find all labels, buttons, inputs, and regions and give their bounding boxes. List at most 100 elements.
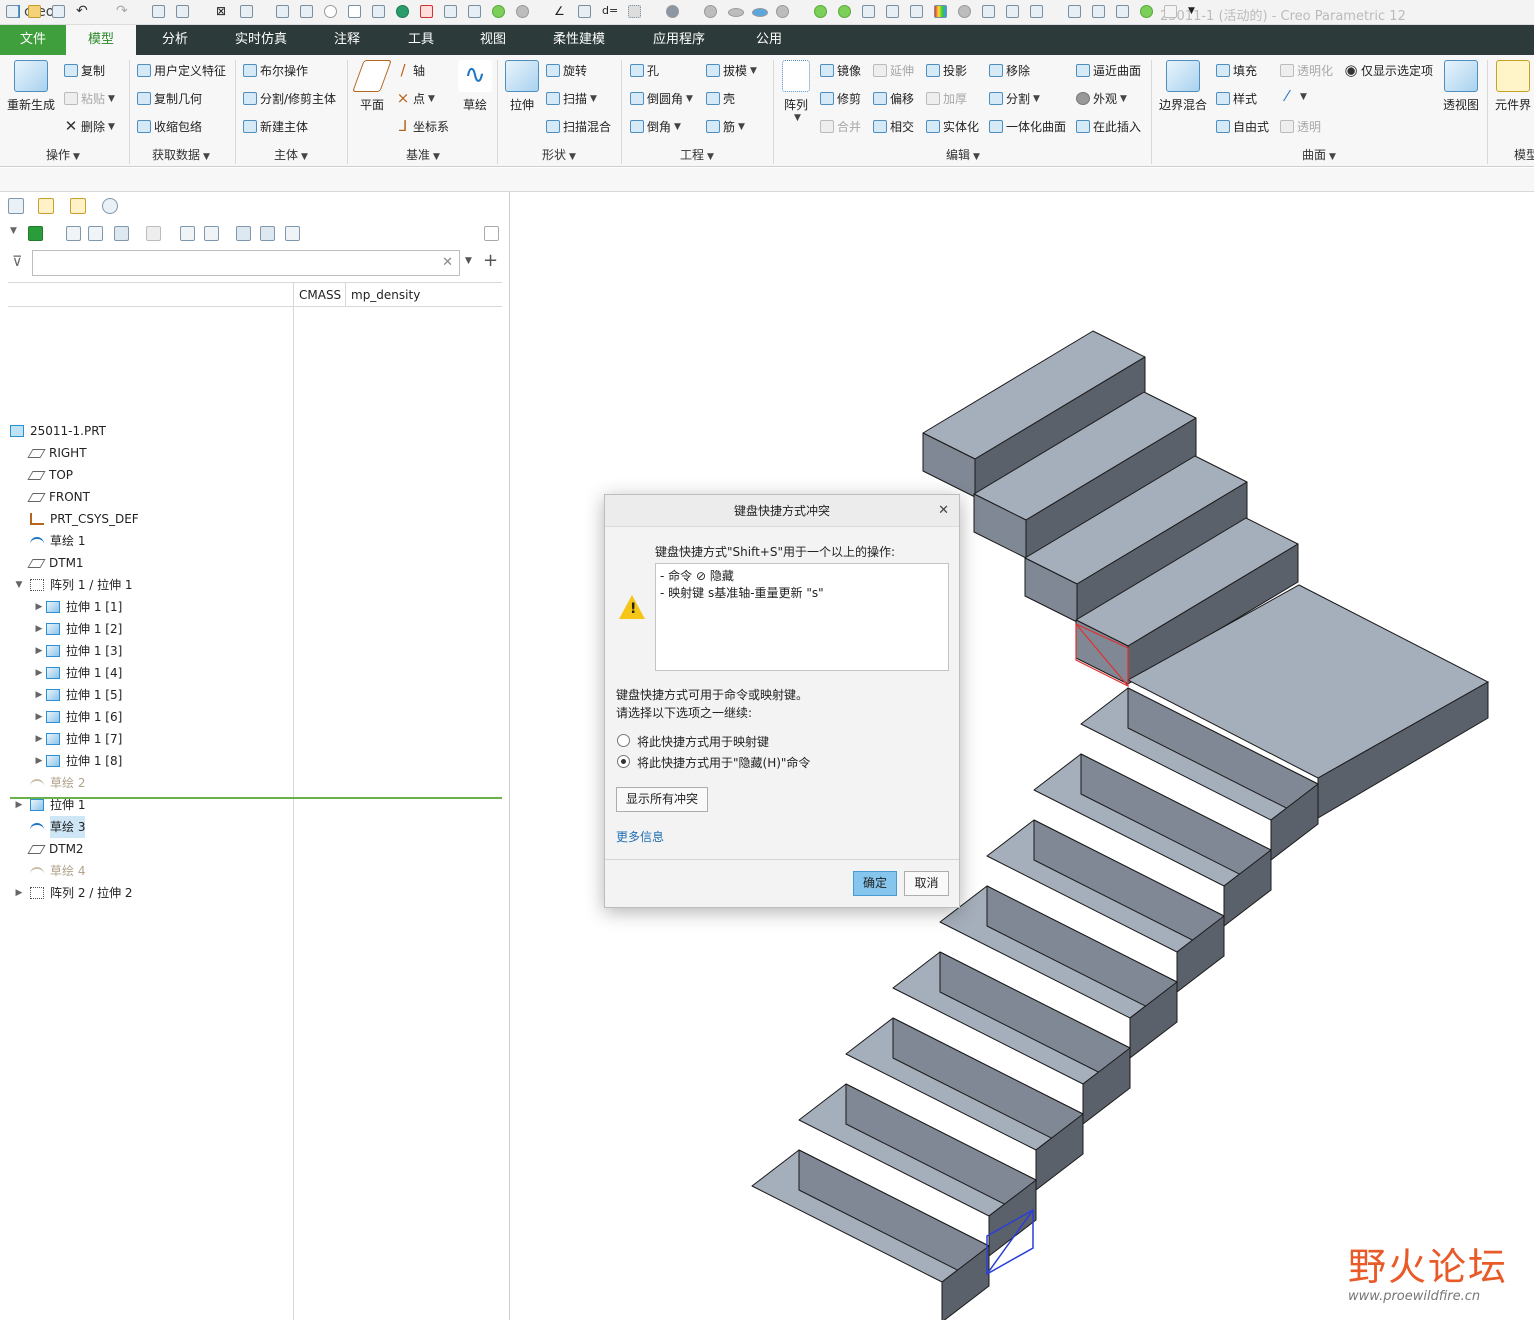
expand-chevron-icon[interactable]: ▶ (32, 662, 46, 684)
new-file-icon[interactable] (6, 5, 19, 18)
dimension-angle-icon[interactable]: ∠ (554, 5, 567, 18)
clear-search-icon[interactable]: ✕ (442, 255, 453, 270)
extend-button[interactable]: 延伸 (873, 62, 914, 79)
expand-chevron-icon[interactable]: ▶ (32, 618, 46, 640)
unify-surface-button[interactable]: 一体化曲面 (989, 118, 1066, 135)
chart-icon[interactable] (910, 5, 923, 18)
sketch-view-icon[interactable] (372, 5, 385, 18)
insert-here-marker[interactable] (10, 797, 502, 799)
revolve-button[interactable]: 旋转 (546, 62, 587, 79)
new-body-button[interactable]: 新建主体 (243, 118, 308, 135)
document-icon[interactable] (578, 5, 591, 18)
intersect-button[interactable]: 相交 (873, 118, 914, 135)
layers-icon[interactable] (1006, 5, 1019, 18)
paste-button[interactable]: 粘贴 ▼ (64, 90, 115, 107)
group-body[interactable]: 主体 ▼ (274, 146, 308, 163)
expand-chevron-icon[interactable]: ▶ (12, 882, 26, 904)
tree-item-extrude-1-2[interactable]: ▶ 拉伸 1 [2] (32, 618, 123, 640)
tree-search-input[interactable]: ✕ (32, 250, 460, 276)
mirror-button[interactable]: 镜像 (820, 62, 861, 79)
tree-expand-icon[interactable] (66, 226, 81, 241)
pattern-button[interactable]: 阵列 ▼ (780, 60, 812, 123)
expand-chevron-icon[interactable]: ▶ (32, 640, 46, 662)
color-map-icon[interactable] (934, 5, 947, 18)
tree-item-dtm1[interactable]: DTM1 (16, 552, 84, 574)
circle-tool-icon[interactable] (324, 5, 337, 18)
tab-view[interactable]: 视图 (468, 25, 518, 55)
sketch-small-icon[interactable] (276, 5, 289, 18)
close-icon[interactable]: ✕ (938, 503, 949, 519)
tab-file[interactable]: 文件 (0, 25, 66, 55)
save-icon[interactable] (52, 5, 65, 18)
tree-item-extrude-1-6[interactable]: ▶ 拉伸 1 [6] (32, 706, 123, 728)
tree-item-extrude-1-7[interactable]: ▶ 拉伸 1 [7] (32, 728, 123, 750)
tree-item-extrude-1-8[interactable]: ▶ 拉伸 1 [8] (32, 750, 123, 772)
tab-simulation[interactable]: 实时仿真 (226, 25, 296, 55)
collapse-chevron-icon[interactable]: ▼ (12, 574, 26, 596)
toolbar-overflow-icon[interactable]: ▼ (1188, 5, 1201, 18)
project-button[interactable]: 投影 (926, 62, 967, 79)
split-trim-body-button[interactable]: 分割/修剪主体 (243, 90, 336, 107)
udf-button[interactable]: 用户定义特征 (137, 62, 226, 79)
hole-button[interactable]: 孔 (630, 62, 659, 79)
green-sphere-icon[interactable] (492, 5, 505, 18)
tree-settings-icon[interactable] (285, 226, 300, 241)
export-icon[interactable] (1068, 5, 1081, 18)
tree-item-sketch-4[interactable]: 草绘 4 (16, 860, 85, 882)
globe-icon[interactable] (396, 5, 409, 18)
expand-chevron-icon[interactable]: ▶ (32, 684, 46, 706)
option-hide-command-radio[interactable] (617, 755, 630, 768)
tree-collapse-icon[interactable] (88, 226, 103, 241)
merge-button[interactable]: 合并 (820, 118, 861, 135)
assembly-icon[interactable] (468, 5, 481, 18)
shrinkwrap-button[interactable]: 收缩包络 (137, 118, 202, 135)
tree-item-extrude-1-4[interactable]: ▶ 拉伸 1 [4] (32, 662, 123, 684)
offset-button[interactable]: 偏移 (873, 90, 914, 107)
model-tree-settings-icon[interactable] (444, 5, 457, 18)
freestyle-button[interactable]: 自由式 (1216, 118, 1269, 135)
solidify-button[interactable]: 实体化 (926, 118, 979, 135)
csys-button[interactable]: ⅃ 坐标系 (396, 118, 449, 135)
remove-button[interactable]: 移除 (989, 62, 1030, 79)
chamfer-button[interactable]: 倒角 ▼ (630, 118, 681, 135)
tree-root[interactable]: 25011-1.PRT (10, 420, 106, 442)
option-mapkey-radio[interactable] (617, 734, 630, 747)
favorites-tab-icon[interactable] (70, 198, 86, 214)
green-ball-2-icon[interactable] (838, 5, 851, 18)
green-ball-icon[interactable] (814, 5, 827, 18)
transparency-button[interactable]: 透明化 (1280, 62, 1333, 79)
boolean-button[interactable]: 布尔操作 (243, 62, 308, 79)
graph-icon[interactable] (886, 5, 899, 18)
show-all-conflicts-button[interactable]: 显示所有冲突 (616, 787, 708, 812)
style-button[interactable]: 样式 (1216, 90, 1257, 107)
fill-button[interactable]: 填充 (1216, 62, 1257, 79)
option-hide-command-label[interactable]: 将此快捷方式用于"隐藏(H)"命令 (637, 754, 810, 771)
copy-button[interactable]: 复制 (64, 62, 105, 79)
insert-here-button[interactable]: 在此插入 (1076, 118, 1141, 135)
grey-ball-icon[interactable] (776, 5, 789, 18)
tree-item-sketch-3[interactable]: 草绘 3 (16, 816, 86, 838)
tree-show-icon[interactable] (180, 226, 195, 241)
tab-common[interactable]: 公用 (744, 25, 794, 55)
add-column-icon[interactable]: + (483, 250, 498, 271)
group-model[interactable]: 模型 (1514, 146, 1534, 163)
option-mapkey-label[interactable]: 将此快捷方式用于映射键 (637, 733, 769, 750)
history-tab-icon[interactable] (102, 198, 118, 214)
tree-view-list-icon[interactable] (236, 226, 251, 241)
column-cmass[interactable]: CMASS (299, 284, 341, 306)
search-options-chevron-icon[interactable]: ▼ (465, 256, 472, 266)
tab-analysis[interactable]: 分析 (150, 25, 200, 55)
windows-icon[interactable] (176, 5, 189, 18)
redo-icon[interactable]: ↷ (116, 4, 129, 18)
thicken-button[interactable]: 加厚 (926, 90, 967, 107)
model-tree-tab-icon[interactable] (8, 198, 24, 214)
tree-item-sketch-1[interactable]: 草绘 1 (16, 530, 85, 552)
group-datum[interactable]: 基准 ▼ (406, 146, 440, 163)
split-button[interactable]: 分割 ▼ (989, 90, 1040, 107)
draft-button[interactable]: 拔模 ▼ (706, 62, 757, 79)
blue-disc-icon[interactable] (752, 8, 768, 17)
tab-model[interactable]: 模型 (66, 25, 136, 55)
sketch-tools-dropdown[interactable]: ⁄ ▼ (1280, 89, 1307, 104)
see-through-button[interactable]: 透视图 (1440, 60, 1482, 113)
layers-2-icon[interactable] (1030, 5, 1043, 18)
